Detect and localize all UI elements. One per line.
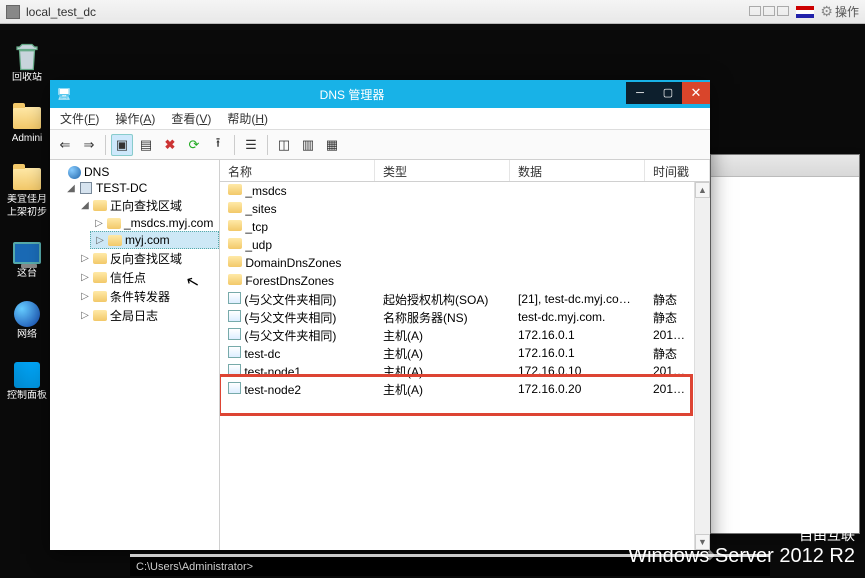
column-type[interactable]: 类型 [375,160,510,181]
tree-node[interactable]: ▷反向查找区域 [76,249,219,268]
list-body[interactable]: _msdcs _sites _tcp _udp DomainDnsZones F… [220,182,694,550]
list-folder-row[interactable]: DomainDnsZones [220,254,694,272]
vm-window-state-icons [748,5,790,19]
list-folder-row[interactable]: _tcp [220,218,694,236]
list-record-row[interactable]: (与父文件夹相同)主机(A)172.16.0.12019/1/3 [220,326,694,344]
help-button[interactable]: ◫ [273,134,295,156]
desktop-icon-globe[interactable]: 网络 [6,301,48,340]
background-window-titlebar[interactable] [711,155,859,177]
properties-button[interactable]: ☰ [240,134,262,156]
view-detail-button[interactable]: ▤ [135,134,157,156]
list-record-row[interactable]: test-dc主机(A)172.16.0.1静态 [220,344,694,362]
gear-icon[interactable]: ⚙ [820,3,833,20]
toolbar: ⇐ ⇒ ▣ ▤ ✖ ⟳ ⭱ ☰ ◫ ▥ ▦ [50,130,710,160]
tree-node[interactable]: ◢TEST-DC [62,180,219,196]
column-data[interactable]: 数据 [510,160,645,181]
desktop-icon-panel[interactable]: 控制面板 [6,362,48,401]
up-button[interactable]: ▣ [111,134,133,156]
scroll-up-icon[interactable]: ▲ [695,182,710,198]
forward-button[interactable]: ⇒ [78,134,100,156]
menu-f[interactable]: 文件(F) [54,108,105,129]
column-name[interactable]: 名称 [220,160,375,181]
tree-node[interactable]: ◢正向查找区域 [76,196,219,215]
column-time[interactable]: 时间戳 [645,160,710,181]
list-record-row[interactable]: (与父文件夹相同)起始授权机构(SOA)[21], test-dc.myj.co… [220,290,694,308]
cmd-prompt-text: C:\Users\Administrator> [136,561,253,573]
filter-button[interactable]: ▥ [297,134,319,156]
window-title: DNS 管理器 [78,86,626,103]
tree-node[interactable]: ▷_msdcs.myj.com [90,215,219,231]
list-folder-row[interactable]: _msdcs [220,182,694,200]
list-folder-row[interactable]: _udp [220,236,694,254]
vm-titlebar: local_test_dc ⚙ 操作 [0,0,865,24]
tree-node[interactable]: ▷myj.com [90,231,219,249]
menu-h[interactable]: 帮助(H) [221,108,274,129]
delete-button[interactable]: ✖ [159,134,181,156]
tree-pane[interactable]: DNS◢TEST-DC◢正向查找区域▷_msdcs.myj.com▷myj.co… [50,160,220,550]
tree-node[interactable]: ▷条件转发器 [76,287,219,306]
vm-app-icon [6,5,20,19]
columns-button[interactable]: ▦ [321,134,343,156]
tree-node[interactable]: ▷全局日志 [76,306,219,325]
desktop-icon-folder[interactable]: Admini [6,105,48,144]
desktop-icon-folder[interactable]: 美宜佳月上架初步 [6,166,48,218]
vm-action-label[interactable]: 操作 [835,3,859,20]
list-record-row[interactable]: (与父文件夹相同)名称服务器(NS)test-dc.myj.com.静态 [220,308,694,326]
export-button[interactable]: ⭱ [207,134,229,156]
background-window [710,154,860,534]
vm-title: local_test_dc [26,5,96,19]
desktop: 回收站 Admini 美宜佳月上架初步这台网络控制面板 🖥 DNS 管理器 ─ ▢ … [0,24,865,578]
list-record-row[interactable]: test-node1主机(A)172.16.0.102019/1/3 [220,362,694,380]
desktop-icon-computer[interactable]: 这台 [6,240,48,279]
maximize-button[interactable]: ▢ [654,82,682,104]
desktop-icons-column: 回收站 Admini 美宜佳月上架初步这台网络控制面板 [6,44,48,401]
window-titlebar[interactable]: 🖥 DNS 管理器 ─ ▢ ✕ [50,80,710,108]
minimize-button[interactable]: ─ [626,82,654,104]
list-folder-row[interactable]: _sites [220,200,694,218]
dns-title-icon: 🖥 [56,86,72,102]
desktop-icon-recycle[interactable]: 回收站 [6,44,48,83]
dns-manager-window: 🖥 DNS 管理器 ─ ▢ ✕ 文件(F)操作(A)查看(V)帮助(H) ⇐ ⇒… [50,80,710,550]
list-record-row[interactable]: test-node2主机(A)172.16.0.202019/1/3 [220,380,694,398]
watermark-brand: 自由互联 [799,527,855,543]
scrollbar[interactable]: ▲ ▼ [694,182,710,550]
tree-node[interactable]: ▷信任点 [76,268,219,287]
menubar: 文件(F)操作(A)查看(V)帮助(H) [50,108,710,130]
menu-a[interactable]: 操作(A) [109,108,161,129]
list-pane: 名称 类型 数据 时间戳 _msdcs _sites _tcp _udp Dom… [220,160,710,550]
refresh-button[interactable]: ⟳ [183,134,205,156]
list-header[interactable]: 名称 类型 数据 时间戳 [220,160,710,182]
watermark: ⇢ 自由互联 Windows Server 2012 R2 [628,527,855,568]
watermark-os: Windows Server 2012 R2 [628,545,855,567]
close-button[interactable]: ✕ [682,82,710,104]
main-content: DNS◢TEST-DC◢正向查找区域▷_msdcs.myj.com▷myj.co… [50,160,710,550]
list-folder-row[interactable]: ForestDnsZones [220,272,694,290]
back-button[interactable]: ⇐ [54,134,76,156]
tree-node[interactable]: DNS [50,164,219,180]
menu-v[interactable]: 查看(V) [165,108,217,129]
locale-flag-icon[interactable] [796,6,814,18]
watermark-logo: ⇢ [697,542,715,568]
